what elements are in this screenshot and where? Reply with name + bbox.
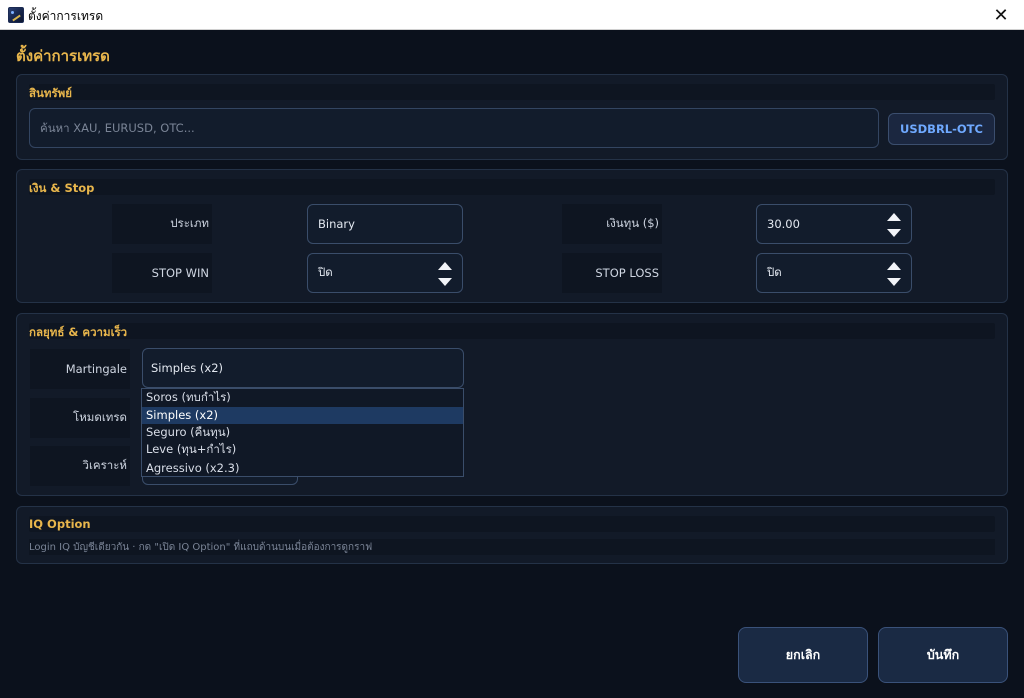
type-label: ประเภท: [112, 204, 212, 244]
asset-panel-header: สินทรัพย์: [29, 84, 995, 100]
iq-option-panel: IQ Option Login IQ บัญชีเดียวกัน · กด "เ…: [16, 506, 1008, 564]
page-title: ตั้งค่าการเทรด: [16, 47, 110, 65]
iq-option-hint: Login IQ บัญชีเดียวกัน · กด "เปิด IQ Opt…: [29, 539, 995, 555]
martingale-select[interactable]: Simples (x2): [142, 348, 464, 388]
martingale-option[interactable]: Leve (ทุน+กำไร): [142, 442, 463, 460]
stop-loss-increment-icon[interactable]: [887, 262, 901, 270]
analysis-label: วิเคราะห์: [30, 446, 130, 486]
money-stop-panel-header: เงิน & Stop: [29, 179, 995, 195]
money-stop-panel-title: เงิน & Stop: [29, 181, 95, 195]
cancel-button[interactable]: ยกเลิก: [738, 627, 868, 683]
window-titlebar: ตั้งค่าการเทรด ✕: [0, 0, 1024, 30]
martingale-option[interactable]: Soros (ทบกำไร): [142, 389, 463, 407]
stop-loss-label: STOP LOSS: [562, 253, 662, 293]
martingale-option[interactable]: Agressivo (x2.3): [142, 459, 463, 477]
strategy-panel-header: กลยุทธ์ & ความเร็ว: [29, 323, 995, 339]
capital-label: เงินทุน ($): [562, 204, 662, 244]
asset-panel-title: สินทรัพย์: [29, 86, 72, 100]
iq-option-panel-header: IQ Option: [29, 516, 995, 532]
type-select[interactable]: Binary: [307, 204, 463, 244]
app-logo-icon: [8, 7, 24, 23]
stop-win-decrement-icon[interactable]: [438, 278, 452, 286]
close-window-button[interactable]: ✕: [978, 0, 1024, 30]
asset-search-input[interactable]: [29, 108, 879, 148]
save-button[interactable]: บันทึก: [878, 627, 1008, 683]
capital-value: 30.00: [767, 217, 800, 231]
asset-panel: สินทรัพย์ USDBRL-OTC: [16, 74, 1008, 160]
strategy-panel-title: กลยุทธ์ & ความเร็ว: [29, 325, 128, 339]
capital-decrement-icon[interactable]: [887, 229, 901, 237]
stop-loss-value: ปิด: [767, 265, 782, 279]
stop-loss-decrement-icon[interactable]: [887, 278, 901, 286]
martingale-option[interactable]: Seguro (คืนทุน): [142, 424, 463, 442]
martingale-value: Simples (x2): [151, 361, 224, 375]
stop-win-stepper[interactable]: ปิด: [307, 253, 463, 293]
trade-mode-label: โหมดเทรด: [30, 398, 130, 438]
martingale-option-selected[interactable]: Simples (x2): [142, 406, 463, 424]
martingale-dropdown-list: Soros (ทบกำไร) Simples (x2) Seguro (คืนท…: [141, 388, 464, 477]
martingale-label: Martingale: [30, 349, 130, 389]
stop-win-label: STOP WIN: [112, 253, 212, 293]
stop-loss-stepper[interactable]: ปิด: [756, 253, 912, 293]
stop-win-value: ปิด: [318, 265, 333, 279]
capital-stepper[interactable]: 30.00: [756, 204, 912, 244]
type-value: Binary: [318, 217, 355, 231]
iq-option-panel-title: IQ Option: [29, 517, 91, 531]
selected-asset-button[interactable]: USDBRL-OTC: [888, 113, 995, 145]
capital-increment-icon[interactable]: [887, 213, 901, 221]
window-title: ตั้งค่าการเทรด: [28, 9, 104, 23]
money-stop-panel: เงิน & Stop ประเภท Binary เงินทุน ($) 30…: [16, 169, 1008, 303]
stop-win-increment-icon[interactable]: [438, 262, 452, 270]
